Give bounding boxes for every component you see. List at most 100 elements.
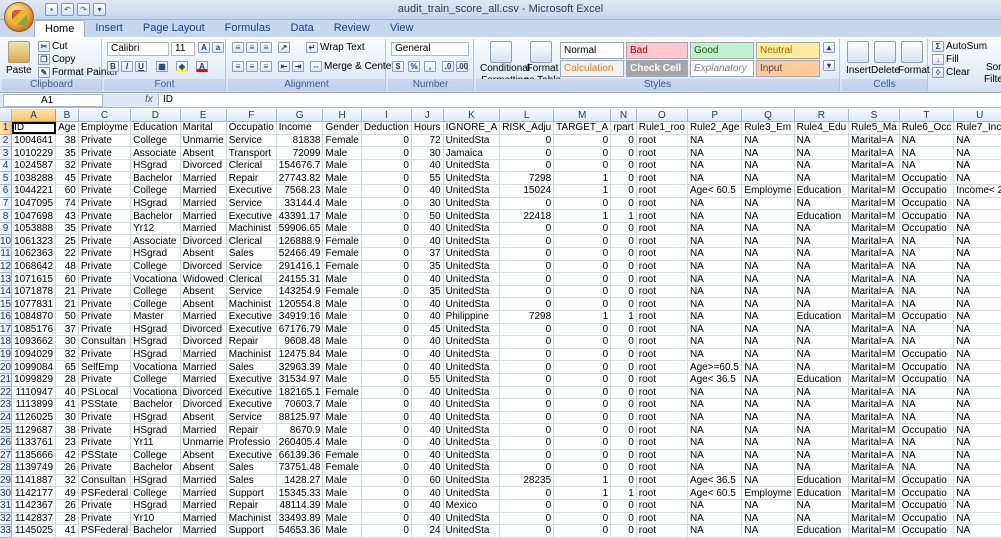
row-header[interactable]: 5	[0, 171, 13, 186]
cell[interactable]: 0	[610, 335, 637, 349]
cell[interactable]: NA	[687, 461, 743, 475]
cell[interactable]: 0	[499, 499, 555, 513]
align-top-button[interactable]: ≡	[232, 42, 244, 53]
cell[interactable]: UnitedSta	[443, 360, 501, 374]
cell[interactable]: 0	[499, 461, 555, 475]
cell[interactable]: Married	[180, 512, 227, 526]
cell[interactable]: Marital=M	[848, 499, 900, 513]
column-header-q[interactable]: Q	[741, 109, 795, 123]
cell[interactable]: 0	[361, 474, 412, 488]
cell[interactable]: Male	[322, 335, 362, 349]
cell[interactable]: NA	[741, 398, 795, 412]
cell[interactable]: HSgrad	[130, 335, 181, 349]
cell[interactable]: 40	[411, 512, 444, 526]
cell[interactable]: Occupatio	[899, 184, 955, 198]
cell[interactable]: 1068642	[11, 260, 57, 274]
cell[interactable]: Divorced	[180, 386, 227, 400]
cell[interactable]: 0	[610, 461, 637, 475]
column-header-j[interactable]: J	[411, 109, 444, 123]
cell[interactable]: NA	[899, 411, 955, 425]
cell[interactable]: Yr12	[130, 222, 181, 236]
cell[interactable]: Married	[180, 486, 227, 500]
cell[interactable]: root	[636, 234, 688, 249]
cell[interactable]: 40	[411, 159, 444, 173]
cell[interactable]: 40	[411, 386, 444, 400]
row-header[interactable]: 30	[0, 486, 13, 500]
cut-button[interactable]: ✂ Cut	[38, 41, 68, 52]
align-right-button[interactable]: ≡	[260, 61, 272, 72]
cell[interactable]: Sales	[226, 461, 277, 475]
fill-color-button[interactable]: ◈	[176, 61, 188, 72]
cell[interactable]: NA	[741, 209, 795, 223]
cell[interactable]: 12475.84	[276, 348, 324, 362]
cell[interactable]: 0	[553, 146, 612, 160]
cell[interactable]: Bachelor	[130, 524, 181, 538]
cell[interactable]: 0	[553, 436, 612, 450]
cell[interactable]: 0	[610, 134, 637, 148]
cell[interactable]: 0	[610, 524, 637, 538]
cell[interactable]: NA	[687, 297, 743, 311]
cell[interactable]: NA	[741, 222, 795, 236]
percent-button[interactable]: %	[408, 61, 420, 72]
cell[interactable]: Occupatio	[899, 222, 955, 236]
font-size-select[interactable]: 11	[171, 42, 195, 56]
cell[interactable]: Private	[78, 512, 132, 526]
cell[interactable]: NA	[741, 449, 795, 463]
cell[interactable]: Married	[180, 171, 227, 186]
cell[interactable]: Service	[226, 411, 277, 425]
style-good[interactable]: Good	[690, 42, 754, 59]
cell[interactable]: Marital=A	[848, 449, 900, 463]
cell[interactable]: Marital=A	[848, 234, 900, 249]
cell[interactable]: Bachelor	[130, 398, 181, 412]
cell[interactable]: UnitedSta	[443, 159, 501, 173]
cell[interactable]: 65	[55, 360, 79, 374]
column-header-r[interactable]: R	[794, 109, 850, 123]
cell[interactable]: NA	[953, 512, 1001, 526]
cell[interactable]: Private	[78, 134, 132, 148]
cell[interactable]: 0	[361, 285, 412, 299]
cell[interactable]: NA	[953, 171, 1001, 186]
cell[interactable]: 0	[361, 171, 412, 186]
cell[interactable]: 28235	[499, 474, 555, 488]
cell[interactable]: Machinist	[226, 222, 277, 236]
cell[interactable]: NA	[741, 159, 795, 173]
cell[interactable]: 22	[55, 247, 79, 261]
cell[interactable]: 0	[499, 260, 555, 274]
cell[interactable]: NA	[899, 260, 955, 274]
cell[interactable]: root	[636, 159, 688, 173]
cell[interactable]: Marital=A	[848, 272, 900, 286]
cell[interactable]: root	[636, 436, 688, 450]
format-cells-button[interactable]: Format	[898, 65, 930, 76]
cell[interactable]: Absent	[180, 146, 227, 160]
cell[interactable]: 0	[553, 411, 612, 425]
cell[interactable]: Age< 60.5	[687, 486, 743, 500]
cell[interactable]: PSState	[78, 398, 132, 412]
cell[interactable]: Repair	[226, 335, 277, 349]
cell[interactable]: NA	[794, 386, 850, 400]
cell[interactable]: NA	[687, 234, 743, 249]
cell[interactable]: root	[636, 360, 688, 374]
cell[interactable]: 1139749	[11, 461, 57, 475]
cell[interactable]: 0	[499, 436, 555, 450]
cell[interactable]: NA	[953, 247, 1001, 261]
style-calculation[interactable]: Calculation	[560, 60, 624, 77]
cell[interactable]: 48	[55, 260, 79, 274]
cell[interactable]: 1047698	[11, 209, 57, 223]
cell[interactable]: Clerical	[226, 272, 277, 286]
tab-data[interactable]: Data	[280, 20, 323, 37]
italic-button[interactable]: I	[121, 61, 133, 72]
style-input[interactable]: Input	[756, 60, 820, 77]
row-header[interactable]: 21	[0, 373, 13, 387]
cell[interactable]: 72099	[276, 146, 324, 160]
cell[interactable]: UnitedSta	[443, 474, 501, 488]
cell[interactable]: 42	[55, 449, 79, 463]
cell[interactable]: 81838	[276, 134, 324, 148]
cell[interactable]: NA	[899, 134, 955, 148]
cell[interactable]: Service	[226, 197, 277, 211]
cell[interactable]: 40	[411, 310, 444, 324]
name-box[interactable]: A1	[3, 94, 103, 107]
cell[interactable]: 1077831	[11, 297, 57, 311]
cell[interactable]: NA	[899, 461, 955, 475]
cell[interactable]: NA	[741, 373, 795, 387]
row-header[interactable]: 19	[0, 348, 13, 362]
